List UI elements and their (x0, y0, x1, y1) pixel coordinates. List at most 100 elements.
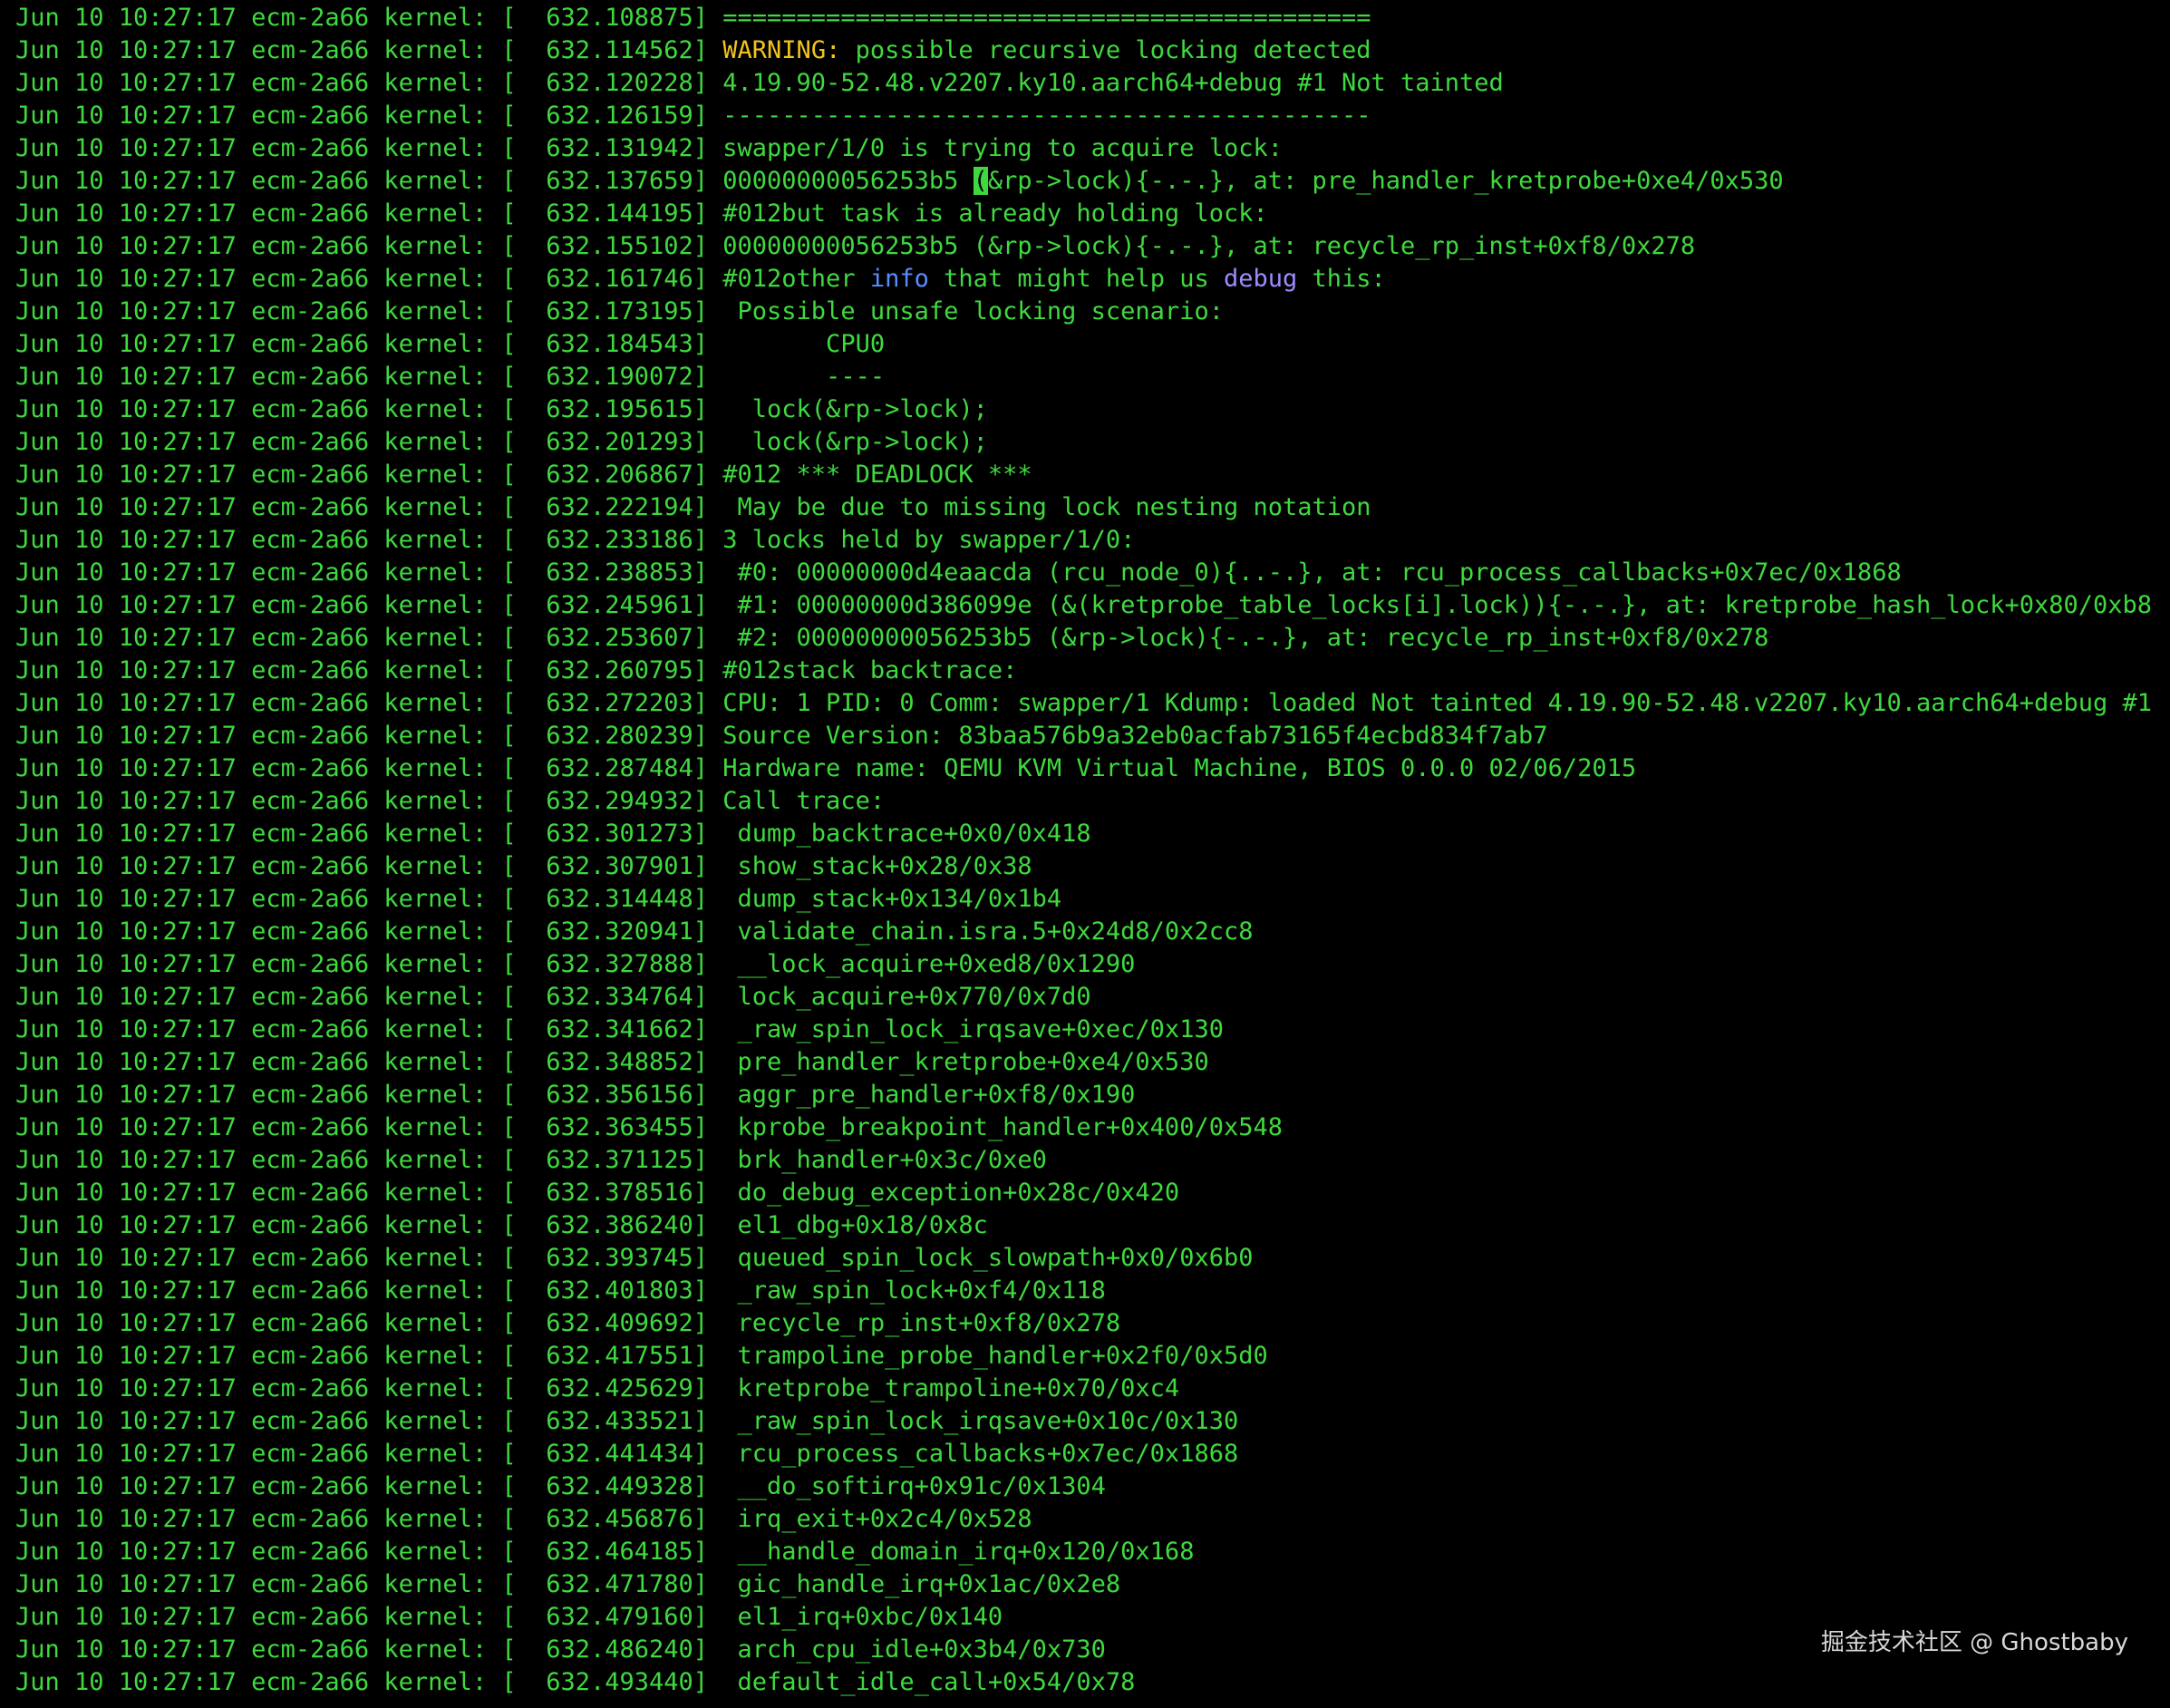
log-message: ----------------------------------------… (708, 102, 1371, 130)
log-message: rcu_process_callbacks+0x7ec/0x1868 (708, 1440, 1239, 1468)
log-prefix: Jun 10 10:27:17 ecm-2a66 kernel: [ 632.1… (15, 199, 709, 228)
log-message: do_debug_exception+0x28c/0x420 (708, 1179, 1180, 1207)
log-prefix: Jun 10 10:27:17 ecm-2a66 kernel: [ 632.1… (15, 102, 709, 130)
log-prefix: Jun 10 10:27:17 ecm-2a66 kernel: [ 632.4… (15, 1538, 709, 1566)
log-prefix: Jun 10 10:27:17 ecm-2a66 kernel: [ 632.3… (15, 1146, 709, 1174)
log-line: Jun 10 10:27:17 ecm-2a66 kernel: [ 632.4… (15, 1666, 2164, 1699)
log-prefix: Jun 10 10:27:17 ecm-2a66 kernel: [ 632.2… (15, 656, 709, 684)
log-prefix: Jun 10 10:27:17 ecm-2a66 kernel: [ 632.4… (15, 1570, 709, 1598)
log-message: Source Version: 83baa576b9a32eb0acfab731… (708, 722, 1548, 750)
log-line: Jun 10 10:27:17 ecm-2a66 kernel: [ 632.3… (15, 850, 2164, 883)
log-prefix: Jun 10 10:27:17 ecm-2a66 kernel: [ 632.4… (15, 1440, 709, 1468)
log-message: lock(&rp->lock); (708, 395, 988, 423)
log-line: Jun 10 10:27:17 ecm-2a66 kernel: [ 632.2… (15, 459, 2164, 491)
log-prefix: Jun 10 10:27:17 ecm-2a66 kernel: [ 632.4… (15, 1635, 709, 1664)
log-prefix: Jun 10 10:27:17 ecm-2a66 kernel: [ 632.2… (15, 461, 709, 489)
info-keyword: info (869, 265, 929, 293)
log-line: Jun 10 10:27:17 ecm-2a66 kernel: [ 632.1… (15, 230, 2164, 263)
log-prefix: Jun 10 10:27:17 ecm-2a66 kernel: [ 632.3… (15, 1113, 709, 1141)
log-line: Jun 10 10:27:17 ecm-2a66 kernel: [ 632.1… (15, 296, 2164, 328)
log-prefix: Jun 10 10:27:17 ecm-2a66 kernel: [ 632.4… (15, 1505, 709, 1533)
log-prefix: Jun 10 10:27:17 ecm-2a66 kernel: [ 632.3… (15, 852, 709, 880)
log-prefix: Jun 10 10:27:17 ecm-2a66 kernel: [ 632.1… (15, 134, 709, 162)
log-line: Jun 10 10:27:17 ecm-2a66 kernel: [ 632.2… (15, 557, 2164, 589)
log-line: Jun 10 10:27:17 ecm-2a66 kernel: [ 632.2… (15, 589, 2164, 622)
log-prefix: Jun 10 10:27:17 ecm-2a66 kernel: [ 632.2… (15, 558, 709, 587)
log-message: 00000000056253b5 (708, 167, 974, 195)
log-line: Jun 10 10:27:17 ecm-2a66 kernel: [ 632.2… (15, 785, 2164, 818)
log-prefix: Jun 10 10:27:17 ecm-2a66 kernel: [ 632.3… (15, 1015, 709, 1043)
log-line: Jun 10 10:27:17 ecm-2a66 kernel: [ 632.3… (15, 1209, 2164, 1242)
terminal-output[interactable]: Jun 10 10:27:17 ecm-2a66 kernel: [ 632.1… (15, 2, 2164, 1706)
log-line: Jun 10 10:27:17 ecm-2a66 kernel: [ 632.4… (15, 1307, 2164, 1340)
log-message: Call trace: (708, 787, 886, 815)
log-line: Jun 10 10:27:17 ecm-2a66 kernel: [ 632.2… (15, 524, 2164, 557)
log-message: Possible unsafe locking scenario: (708, 297, 1224, 325)
log-message: trampoline_probe_handler+0x2f0/0x5d0 (708, 1342, 1268, 1370)
log-line: Jun 10 10:27:17 ecm-2a66 kernel: [ 632.3… (15, 916, 2164, 948)
log-message: el1_dbg+0x18/0x8c (708, 1211, 988, 1239)
log-prefix: Jun 10 10:27:17 ecm-2a66 kernel: [ 632.2… (15, 428, 709, 456)
log-prefix: Jun 10 10:27:17 ecm-2a66 kernel: [ 632.1… (15, 330, 709, 358)
log-prefix: Jun 10 10:27:17 ecm-2a66 kernel: [ 632.3… (15, 820, 709, 848)
log-line: Jun 10 10:27:17 ecm-2a66 kernel: [ 632.2… (15, 622, 2164, 655)
log-line: Jun 10 10:27:17 ecm-2a66 kernel: [ 632.1… (15, 393, 2164, 426)
log-prefix: Jun 10 10:27:17 ecm-2a66 kernel: [ 632.4… (15, 1603, 709, 1631)
log-prefix: Jun 10 10:27:17 ecm-2a66 kernel: [ 632.3… (15, 1179, 709, 1207)
log-message: _raw_spin_lock_irqsave+0x10c/0x130 (708, 1407, 1239, 1435)
log-line: Jun 10 10:27:17 ecm-2a66 kernel: [ 632.4… (15, 1275, 2164, 1307)
log-message: __do_softirq+0x91c/0x1304 (708, 1472, 1106, 1500)
log-line: Jun 10 10:27:17 ecm-2a66 kernel: [ 632.1… (15, 198, 2164, 230)
log-message: default_idle_call+0x54/0x78 (708, 1668, 1136, 1696)
log-message: aggr_pre_handler+0xf8/0x190 (708, 1081, 1136, 1109)
log-message: Hardware name: QEMU KVM Virtual Machine,… (708, 754, 1637, 782)
log-line: Jun 10 10:27:17 ecm-2a66 kernel: [ 632.1… (15, 328, 2164, 361)
log-message: CPU0 (708, 330, 886, 358)
log-prefix: Jun 10 10:27:17 ecm-2a66 kernel: [ 632.2… (15, 493, 709, 521)
log-prefix: Jun 10 10:27:17 ecm-2a66 kernel: [ 632.4… (15, 1668, 709, 1696)
log-prefix: Jun 10 10:27:17 ecm-2a66 kernel: [ 632.1… (15, 232, 709, 260)
log-line: Jun 10 10:27:17 ecm-2a66 kernel: [ 632.4… (15, 1536, 2164, 1568)
log-line: Jun 10 10:27:17 ecm-2a66 kernel: [ 632.1… (15, 165, 2164, 198)
log-line: Jun 10 10:27:17 ecm-2a66 kernel: [ 632.2… (15, 491, 2164, 524)
log-message: __lock_acquire+0xed8/0x1290 (708, 950, 1136, 978)
log-prefix: Jun 10 10:27:17 ecm-2a66 kernel: [ 632.4… (15, 1276, 709, 1305)
log-message: this: (1297, 265, 1386, 293)
log-message: lock_acquire+0x770/0x7d0 (708, 983, 1091, 1011)
log-prefix: Jun 10 10:27:17 ecm-2a66 kernel: [ 632.4… (15, 1472, 709, 1500)
log-message: pre_handler_kretprobe+0xe4/0x530 (708, 1048, 1209, 1076)
log-message: _raw_spin_lock_irqsave+0xec/0x130 (708, 1015, 1224, 1043)
log-line: Jun 10 10:27:17 ecm-2a66 kernel: [ 632.3… (15, 1014, 2164, 1046)
log-message (708, 36, 722, 64)
log-prefix: Jun 10 10:27:17 ecm-2a66 kernel: [ 632.2… (15, 787, 709, 815)
log-line: Jun 10 10:27:17 ecm-2a66 kernel: [ 632.2… (15, 720, 2164, 752)
log-message: recycle_rp_inst+0xf8/0x278 (708, 1309, 1121, 1337)
log-message: dump_stack+0x134/0x1b4 (708, 885, 1062, 913)
log-prefix: Jun 10 10:27:17 ecm-2a66 kernel: [ 632.3… (15, 950, 709, 978)
log-line: Jun 10 10:27:17 ecm-2a66 kernel: [ 632.1… (15, 100, 2164, 132)
log-prefix: Jun 10 10:27:17 ecm-2a66 kernel: [ 632.4… (15, 1309, 709, 1337)
log-message: ---- (708, 363, 886, 391)
log-line: Jun 10 10:27:17 ecm-2a66 kernel: [ 632.3… (15, 981, 2164, 1014)
log-prefix: Jun 10 10:27:17 ecm-2a66 kernel: [ 632.2… (15, 624, 709, 652)
log-message: #012other (708, 265, 870, 293)
log-message: #1: 00000000d386099e (&(kretprobe_table_… (708, 591, 2153, 619)
log-line: Jun 10 10:27:17 ecm-2a66 kernel: [ 632.2… (15, 426, 2164, 459)
log-prefix: Jun 10 10:27:17 ecm-2a66 kernel: [ 632.1… (15, 395, 709, 423)
log-message: irq_exit+0x2c4/0x528 (708, 1505, 1032, 1533)
log-line: Jun 10 10:27:17 ecm-2a66 kernel: [ 632.3… (15, 1079, 2164, 1111)
log-message: lock(&rp->lock); (708, 428, 988, 456)
log-message: show_stack+0x28/0x38 (708, 852, 1032, 880)
log-prefix: Jun 10 10:27:17 ecm-2a66 kernel: [ 632.3… (15, 983, 709, 1011)
log-message: 00000000056253b5 (&rp->lock){-.-.}, at: … (708, 232, 1696, 260)
log-line: Jun 10 10:27:17 ecm-2a66 kernel: [ 632.3… (15, 1046, 2164, 1079)
log-prefix: Jun 10 10:27:17 ecm-2a66 kernel: [ 632.3… (15, 1211, 709, 1239)
log-message: #012stack backtrace: (708, 656, 1018, 684)
log-message: validate_chain.isra.5+0x24d8/0x2cc8 (708, 917, 1254, 946)
log-prefix: Jun 10 10:27:17 ecm-2a66 kernel: [ 632.1… (15, 69, 709, 97)
warning-keyword: WARNING: (722, 36, 841, 64)
watermark: 掘金技术社区 @ Ghostbaby (1820, 1629, 2128, 1656)
log-message: swapper/1/0 is trying to acquire lock: (708, 134, 1283, 162)
log-message: kprobe_breakpoint_handler+0x400/0x548 (708, 1113, 1283, 1141)
log-prefix: Jun 10 10:27:17 ecm-2a66 kernel: [ 632.1… (15, 4, 709, 32)
